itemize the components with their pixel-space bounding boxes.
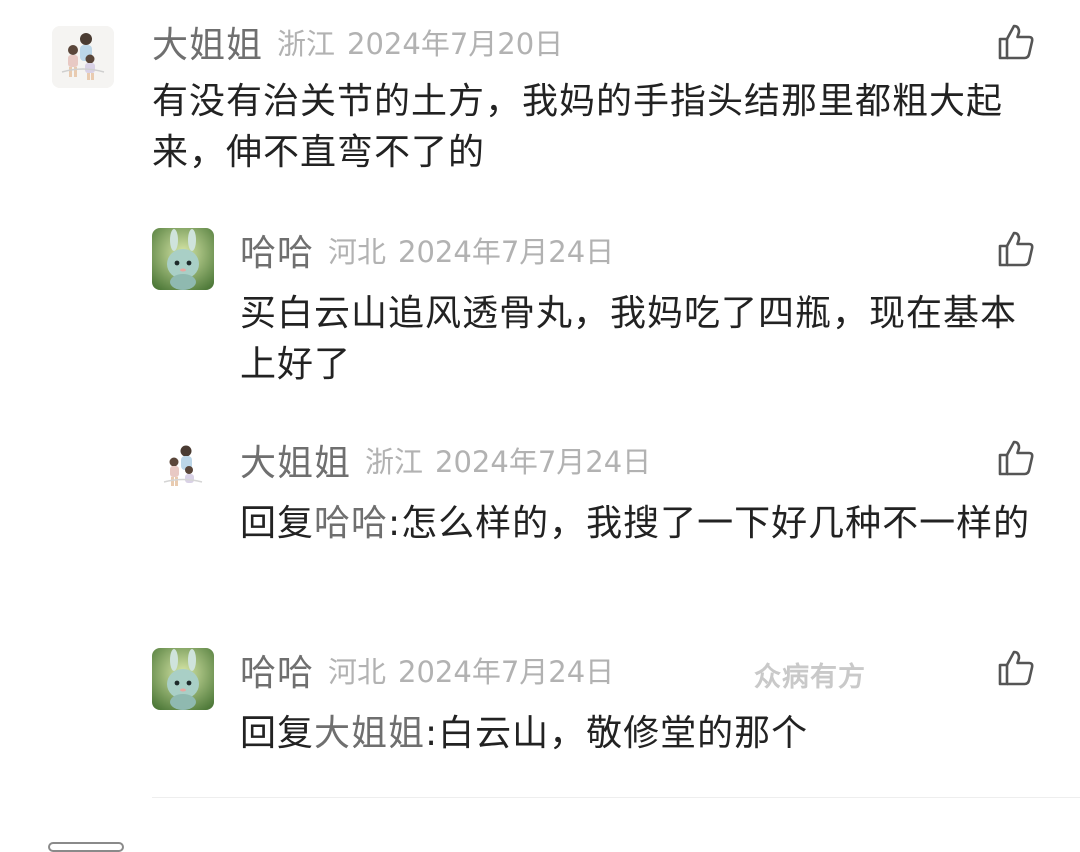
reply-text: :白云山，敬修堂的那个 [425, 713, 809, 754]
username[interactable]: 大姐姐 [240, 434, 351, 486]
date-label: 2024年7月20日 [347, 27, 564, 61]
date-label: 2024年7月24日 [398, 655, 615, 689]
family-photo-avatar-icon [152, 436, 214, 498]
reply-prefix: 回复 [240, 503, 315, 544]
username[interactable]: 哈哈 [240, 224, 314, 276]
thumbs-up-icon [998, 440, 1034, 476]
reply-prefix: 回复 [240, 713, 315, 754]
green-bunny-avatar-icon [152, 228, 214, 290]
reply-text: :怎么样的，我搜了一下好几种不一样的 [388, 503, 1031, 544]
region-label: 河北 [328, 655, 387, 689]
date-label: 2024年7月24日 [435, 445, 652, 479]
username[interactable]: 大姐姐 [152, 16, 263, 68]
avatar[interactable] [152, 228, 214, 290]
comment-text: 有没有治关节的土方，我妈的手指头结那里都粗大起来，伸不直弯不了的 [152, 81, 1004, 173]
region-label: 河北 [328, 235, 387, 269]
like-button[interactable] [996, 229, 1036, 269]
comment-meta: 哈哈 河北 2024年7月24日 [240, 648, 615, 694]
watermark: 众病有方 [754, 662, 866, 693]
thumbs-up-icon [998, 650, 1034, 686]
divider [152, 797, 1080, 798]
comment-meta: 哈哈 河北 2024年7月24日 [240, 228, 615, 274]
thumbs-up-icon [998, 231, 1034, 267]
region-label: 浙江 [277, 27, 336, 61]
green-bunny-avatar-icon [152, 648, 214, 710]
like-button[interactable] [996, 648, 1036, 688]
region-label: 浙江 [365, 445, 424, 479]
thumbs-up-icon [998, 24, 1034, 60]
avatar[interactable] [152, 436, 214, 498]
avatar[interactable] [152, 648, 214, 710]
family-photo-avatar-icon [52, 26, 114, 88]
next-item-stub [48, 842, 124, 852]
date-label: 2024年7月24日 [398, 235, 615, 269]
avatar[interactable] [52, 26, 114, 88]
reply-mention[interactable]: 大姐姐 [314, 713, 425, 754]
comment-text: 回复大姐姐:白云山，敬修堂的那个 [240, 708, 1050, 759]
comment-meta: 大姐姐 浙江 2024年7月24日 [240, 438, 652, 484]
comment-meta: 大姐姐 浙江 2024年7月20日 [152, 20, 564, 66]
username[interactable]: 哈哈 [240, 644, 314, 696]
reply-mention[interactable]: 哈哈 [314, 503, 388, 544]
like-button[interactable] [996, 438, 1036, 478]
like-button[interactable] [996, 22, 1036, 62]
comment-text: 买白云山追风透骨丸，我妈吃了四瓶，现在基本上好了 [240, 293, 1018, 385]
comment-text: 回复哈哈:怎么样的，我搜了一下好几种不一样的 [240, 498, 1050, 549]
